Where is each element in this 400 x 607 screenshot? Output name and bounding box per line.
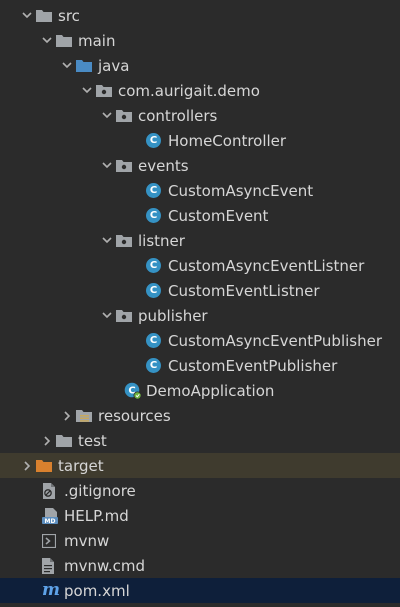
tree-item-file-mvnw[interactable]: mvnw: [0, 528, 400, 553]
tree-item-label: test: [78, 431, 107, 450]
tree-item-label: com.aurigait.demo: [118, 81, 260, 100]
tree-item-class-demoapplication[interactable]: C DemoApplication: [0, 378, 400, 403]
tree-item-label: .gitignore: [64, 481, 136, 500]
tree-item-package-publisher[interactable]: publisher: [0, 303, 400, 328]
spring-boot-class-icon: C: [124, 378, 144, 403]
package-icon: [116, 228, 136, 253]
tree-item-label: target: [58, 456, 104, 475]
chevron-right-icon[interactable]: [18, 453, 36, 478]
tree-item-main[interactable]: main: [0, 28, 400, 53]
tree-item-label: main: [78, 31, 116, 50]
java-class-icon: C: [146, 253, 166, 278]
ignore-file-icon: [42, 478, 62, 503]
resources-folder-icon: [76, 403, 96, 428]
tree-item-label: CustomEvent: [168, 206, 269, 225]
tree-item-src[interactable]: src: [0, 3, 400, 28]
java-class-icon: C: [146, 178, 166, 203]
java-class-icon: C: [146, 128, 166, 153]
maven-icon: m: [42, 580, 60, 600]
chevron-down-icon[interactable]: [98, 303, 116, 328]
tree-item-label: HELP.md: [64, 506, 129, 525]
excluded-folder-icon: [36, 453, 56, 478]
tree-item-label: CustomEventListner: [168, 281, 320, 300]
tree-item-package-com-aurigait-demo[interactable]: com.aurigait.demo: [0, 78, 400, 103]
package-icon: [116, 303, 136, 328]
source-folder-icon: [76, 53, 96, 78]
tree-item-file-pom-xml[interactable]: m pom.xml: [0, 578, 400, 603]
tree-item-class-homecontroller[interactable]: C HomeController: [0, 128, 400, 153]
package-icon: [96, 78, 116, 103]
tree-item-class-customasynceventpublisher[interactable]: C CustomAsyncEventPublisher: [0, 328, 400, 353]
tree-item-label: controllers: [138, 106, 218, 125]
tree-item-resources[interactable]: resources: [0, 403, 400, 428]
tree-item-label: CustomAsyncEvent: [168, 181, 314, 200]
tree-item-label: CustomAsyncEventListner: [168, 256, 365, 275]
tree-item-java[interactable]: java: [0, 53, 400, 78]
chevron-down-icon[interactable]: [38, 28, 56, 53]
tree-item-class-customeventpublisher[interactable]: C CustomEventPublisher: [0, 353, 400, 378]
chevron-down-icon[interactable]: [98, 228, 116, 253]
tree-item-file-mvnw-cmd[interactable]: mvnw.cmd: [0, 553, 400, 578]
tree-item-label: CustomAsyncEventPublisher: [168, 331, 383, 350]
folder-icon: [36, 3, 56, 28]
tree-item-label: HomeController: [168, 131, 287, 150]
tree-item-label: DemoApplication: [146, 381, 275, 400]
chevron-right-icon[interactable]: [38, 428, 56, 453]
folder-icon: [56, 428, 76, 453]
text-file-icon: [42, 553, 62, 578]
tree-item-label: src: [58, 6, 80, 25]
package-icon: [116, 103, 136, 128]
chevron-right-icon[interactable]: [58, 403, 76, 428]
tree-item-label: publisher: [138, 306, 208, 325]
java-class-icon: C: [146, 278, 166, 303]
chevron-down-icon[interactable]: [18, 3, 36, 28]
folder-icon: [56, 28, 76, 53]
markdown-file-icon: MD: [42, 503, 62, 528]
tree-item-class-customevent[interactable]: C CustomEvent: [0, 203, 400, 228]
chevron-down-icon[interactable]: [98, 153, 116, 178]
tree-item-class-customeventlistner[interactable]: C CustomEventListner: [0, 278, 400, 303]
tree-item-test[interactable]: test: [0, 428, 400, 453]
tree-item-label: resources: [98, 406, 171, 425]
java-class-icon: C: [146, 353, 166, 378]
tree-item-target[interactable]: target: [0, 453, 400, 478]
tree-item-label: mvnw.cmd: [64, 556, 146, 575]
java-class-icon: C: [146, 203, 166, 228]
tree-item-label: CustomEventPublisher: [168, 356, 338, 375]
java-class-icon: C: [146, 328, 166, 353]
tree-item-package-events[interactable]: events: [0, 153, 400, 178]
chevron-down-icon[interactable]: [98, 103, 116, 128]
package-icon: [116, 153, 136, 178]
shell-script-icon: [42, 528, 62, 553]
tree-item-label: listner: [138, 231, 185, 250]
tree-item-label: events: [138, 156, 189, 175]
chevron-down-icon[interactable]: [58, 53, 76, 78]
tree-item-class-customasynceventlistner[interactable]: C CustomAsyncEventListner: [0, 253, 400, 278]
tree-item-file-help-md[interactable]: MD HELP.md: [0, 503, 400, 528]
tree-item-package-listner[interactable]: listner: [0, 228, 400, 253]
project-tree: src main java com.aurigait.demo controll…: [0, 0, 400, 607]
chevron-down-icon[interactable]: [78, 78, 96, 103]
tree-item-file-gitignore[interactable]: .gitignore: [0, 478, 400, 503]
tree-item-label: pom.xml: [64, 581, 130, 600]
tree-item-class-customasyncevent[interactable]: C CustomAsyncEvent: [0, 178, 400, 203]
tree-item-label: java: [98, 56, 130, 75]
tree-item-package-controllers[interactable]: controllers: [0, 103, 400, 128]
tree-item-label: mvnw: [64, 531, 110, 550]
svg-text:MD: MD: [45, 518, 56, 524]
